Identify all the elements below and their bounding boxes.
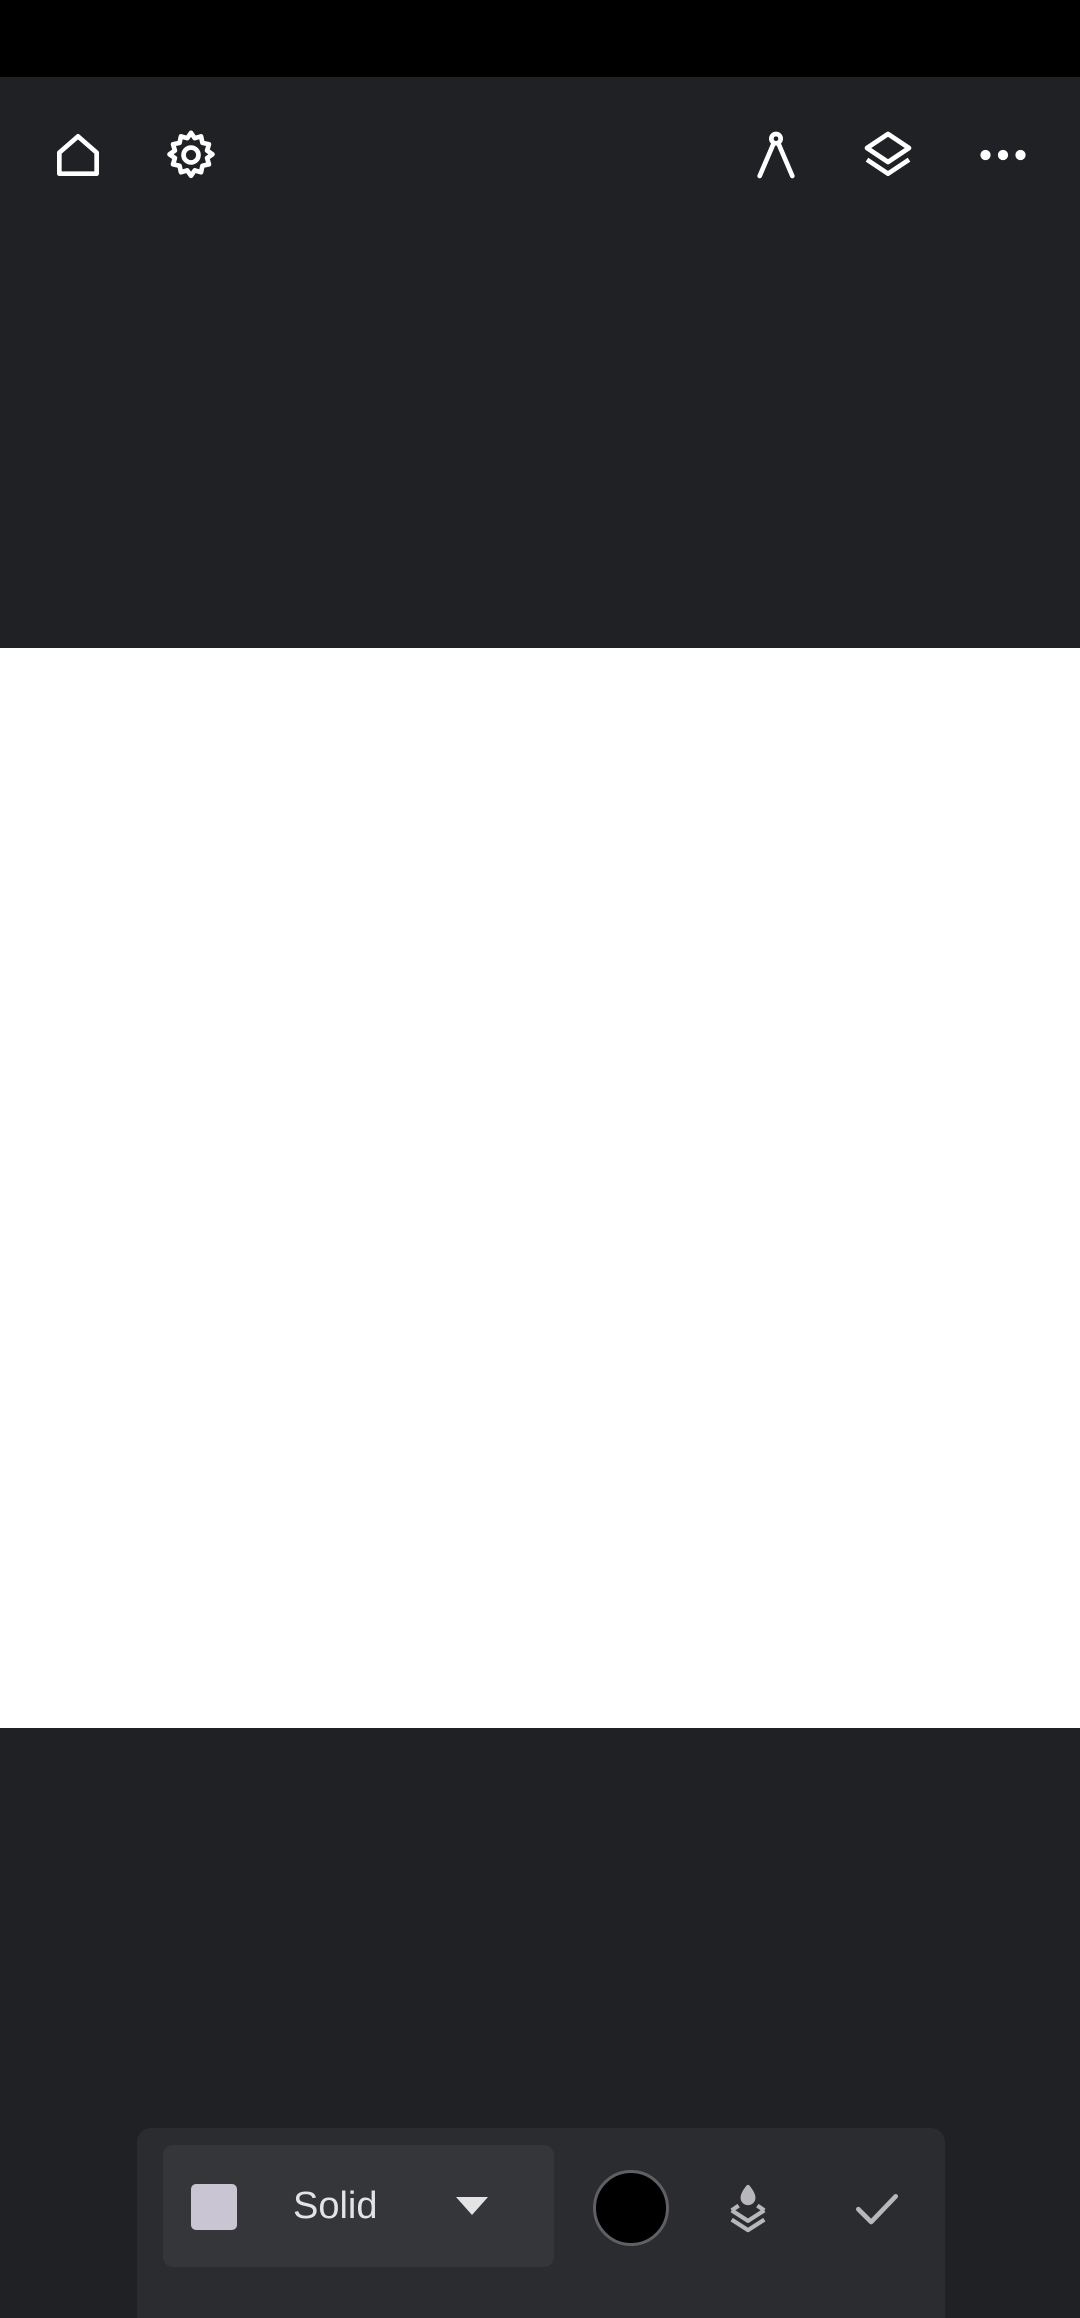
compass-icon [757, 131, 795, 179]
fill-color-swatch [191, 2184, 237, 2230]
gear-icon [167, 130, 215, 179]
stroke-color-button[interactable] [593, 2170, 669, 2246]
top-toolbar [0, 77, 1080, 233]
layers-icon [864, 131, 912, 177]
confirm-button[interactable] [829, 2160, 925, 2256]
home-icon [57, 134, 99, 177]
fill-style-panel: Solid [137, 2128, 945, 2318]
guides-button[interactable] [728, 107, 824, 203]
fill-layer-button[interactable] [700, 2160, 796, 2256]
home-button[interactable] [30, 107, 126, 203]
status-bar [0, 0, 1080, 77]
settings-button[interactable] [143, 107, 239, 203]
fill-type-label: Solid [293, 2185, 378, 2227]
check-icon [856, 2194, 898, 2225]
fill-type-dropdown[interactable]: Solid [163, 2145, 554, 2267]
drawing-canvas[interactable] [0, 648, 1080, 1728]
chevron-down-icon [456, 2197, 488, 2215]
layers-button[interactable] [840, 107, 936, 203]
more-horizontal-icon [980, 149, 1026, 161]
more-options-button[interactable] [955, 107, 1051, 203]
layer-fill-icon [730, 2184, 766, 2233]
